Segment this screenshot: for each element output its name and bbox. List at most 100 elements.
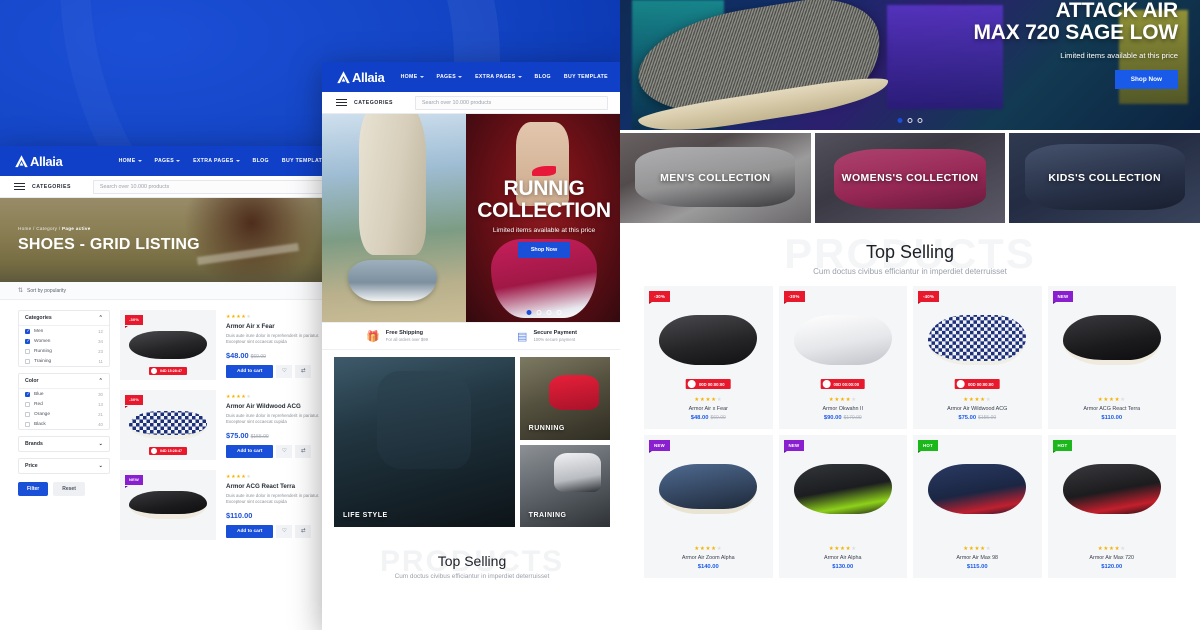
filter-checkbox[interactable] (25, 401, 30, 407)
filter-option[interactable]: Red 13 (19, 399, 109, 409)
compare-icon[interactable]: ⇄ (295, 524, 312, 538)
search-input[interactable]: Search over 10.000 products (414, 95, 608, 110)
filter-group-color[interactable]: Color ⌃ Blue 30 Red 13 Orange 21 Black 40 (18, 373, 110, 430)
filter-checkbox[interactable] (25, 391, 30, 397)
filter-group-brands[interactable]: Brands ⌄ (18, 436, 110, 452)
slider-dot-3[interactable] (546, 310, 552, 315)
add-to-cart-button[interactable]: Add to cart (226, 444, 274, 458)
compare-icon[interactable]: ⇄ (295, 444, 312, 458)
hero-shop-now-button[interactable]: Shop Now (517, 241, 571, 258)
product-card-image-area[interactable]: -40% 00D 00:00:00 (913, 286, 1042, 394)
product-list-item[interactable]: -30% 04D 15:28:47 ★★★★★ Armor Air Wildwood … (120, 390, 340, 460)
product-card-image-area[interactable]: NEW (1048, 286, 1177, 394)
compare-icon[interactable]: ⇄ (295, 364, 312, 378)
product-list-item[interactable]: -30% 04D 15:28:47 ★★★★★ Armor Air x Fear Dui… (120, 310, 340, 380)
search-input[interactable]: Search over 10.000 products ⌕ (92, 179, 340, 194)
product-card-image-area[interactable]: HOT (913, 435, 1042, 543)
product-card[interactable]: NEW ★★★★★ Armor Air Zoom Alpha $140.00 (644, 435, 773, 578)
brand-logo[interactable]: Allaia (14, 154, 63, 169)
window-shoes-grid-listing[interactable]: Allaia HOME PAGES EXTRA PAGES BLOG BUY T… (0, 146, 340, 630)
hero-slider-dots-right[interactable] (897, 118, 923, 123)
filter-checkbox[interactable] (25, 338, 30, 344)
filter-checkbox[interactable] (25, 411, 30, 417)
slider-dot-4[interactable] (556, 310, 562, 315)
nav-item-pages[interactable]: PAGES (437, 74, 463, 80)
filter-group-header[interactable]: Brands ⌄ (19, 437, 109, 451)
nav-item-extra-pages[interactable]: EXTRA PAGES (475, 74, 522, 80)
product-name[interactable]: Armor Air Alpha (779, 555, 908, 561)
product-card-image-area[interactable]: NEW (779, 435, 908, 543)
nav-item-pages[interactable]: PAGES (155, 158, 181, 164)
heart-icon[interactable]: ♡ (276, 444, 293, 458)
product-card-image-area[interactable]: -30% 00D 00:00:00 (644, 286, 773, 394)
filter-option[interactable]: Men 12 (19, 326, 109, 336)
product-name[interactable]: Armor Air Max 98 (913, 555, 1042, 561)
slider-dot-2[interactable] (907, 118, 913, 123)
filter-apply-button[interactable]: Filter (18, 482, 49, 496)
slider-dot-1[interactable] (897, 118, 903, 123)
hamburger-icon[interactable] (14, 182, 25, 191)
collection-tile-women[interactable]: WOMENS'S COLLECTION (814, 133, 1006, 223)
slider-dot-2[interactable] (536, 310, 542, 315)
heart-icon[interactable]: ♡ (276, 364, 293, 378)
product-name[interactable]: Armor Air Zoom Alpha (644, 555, 773, 561)
product-card-image-area[interactable]: NEW (644, 435, 773, 543)
nav-item-blog[interactable]: BLOG (535, 74, 551, 80)
breadcrumb-home[interactable]: Home (18, 226, 31, 231)
product-name[interactable]: Armor ACG React Terra (1048, 406, 1177, 412)
brand-logo-mid[interactable]: Allaia (336, 70, 385, 85)
product-card[interactable]: -30% 00D 00:00:00 ★★★★★ Armor Air x Fear $48… (644, 286, 773, 429)
add-to-cart-button[interactable]: Add to cart (226, 364, 274, 378)
collection-tile-kids[interactable]: KIDS'S COLLECTION (1009, 133, 1200, 223)
filter-option[interactable]: Orange 21 (19, 409, 109, 419)
product-thumbnail[interactable]: -30% 04D 15:28:47 (120, 310, 216, 380)
nav-item-buy-template[interactable]: BUY TEMPLATE (564, 74, 608, 80)
slider-dot-3[interactable] (917, 118, 923, 123)
categories-label[interactable]: CATEGORIES (32, 184, 71, 190)
filter-checkbox[interactable] (25, 421, 30, 427)
product-thumbnail[interactable]: NEW (120, 470, 216, 540)
hamburger-icon[interactable] (336, 98, 347, 107)
filter-option[interactable]: Blue 30 (19, 389, 109, 399)
filter-group-header[interactable]: Categories ⌃ (19, 311, 109, 326)
window-homepage-right[interactable]: ATTACK AIR MAX 720 SAGE LOW Limited item… (620, 0, 1200, 630)
hero-slider-mid[interactable]: RUNNIG COLLECTION Limited items availabl… (322, 114, 622, 322)
chevron-up-icon[interactable]: ⌃ (99, 315, 103, 321)
nav-item-home[interactable]: HOME (119, 158, 142, 164)
product-list-item[interactable]: NEW ★★★★★ Armor ACG React Terra Duis aute i… (120, 470, 340, 540)
filter-group-header[interactable]: Price ⌄ (19, 459, 109, 473)
filter-checkbox[interactable] (25, 348, 30, 354)
nav-item-extra-pages[interactable]: EXTRA PAGES (193, 158, 240, 164)
hero-slider-right[interactable]: ATTACK AIR MAX 720 SAGE LOW Limited item… (620, 0, 1200, 130)
product-card[interactable]: HOT ★★★★★ Armor Air Max 98 $115.00 (913, 435, 1042, 578)
product-card[interactable]: NEW ★★★★★ Armor ACG React Terra $110.00 (1047, 286, 1177, 429)
heart-icon[interactable]: ♡ (276, 524, 293, 538)
product-card[interactable]: NEW ★★★★★ Armor Air Alpha $130.00 (778, 435, 908, 578)
window-homepage-middle[interactable]: Allaia HOME PAGES EXTRA PAGES BLOG BUY T… (322, 62, 622, 630)
nav-item-home[interactable]: HOME (401, 74, 424, 80)
tile-life-style[interactable]: LIFE STYLE (334, 357, 515, 527)
filter-checkbox[interactable] (25, 358, 30, 364)
product-card[interactable]: -40% 00D 00:00:00 ★★★★★ Armor Air Wildwood … (913, 286, 1042, 429)
add-to-cart-button[interactable]: Add to cart (226, 524, 274, 538)
product-card-image-area[interactable]: HOT (1048, 435, 1177, 543)
sort-bar[interactable]: ⇅ Sort by popularity (0, 282, 340, 300)
product-card-image-area[interactable]: -30% 00D 00:00:00 (779, 286, 908, 394)
filter-group-header[interactable]: Color ⌃ (19, 374, 109, 389)
chevron-down-icon[interactable]: ⌄ (99, 463, 103, 469)
categories-label[interactable]: CATEGORIES (354, 100, 393, 106)
product-name[interactable]: Armor Okwahn II (779, 406, 908, 412)
product-name[interactable]: Armor Air Wildwood ACG (913, 406, 1042, 412)
filter-reset-button[interactable]: Reset (53, 482, 85, 496)
product-name[interactable]: Armor Air x Fear (644, 406, 773, 412)
breadcrumb-category[interactable]: Category (36, 226, 57, 231)
hero-slider-dots[interactable] (526, 310, 562, 315)
filter-checkbox[interactable] (25, 328, 30, 334)
nav-item-blog[interactable]: BLOG (253, 158, 269, 164)
filter-option[interactable]: Training 11 (19, 356, 109, 366)
tile-running[interactable]: RUNNING (519, 357, 610, 440)
product-thumbnail[interactable]: -30% 04D 15:28:47 (120, 390, 216, 460)
filter-group-price[interactable]: Price ⌄ (18, 458, 110, 474)
hero-shop-now-button-right[interactable]: Shop Now (1114, 69, 1178, 89)
product-card[interactable]: HOT ★★★★★ Armor Air Max 720 $120.00 (1047, 435, 1177, 578)
